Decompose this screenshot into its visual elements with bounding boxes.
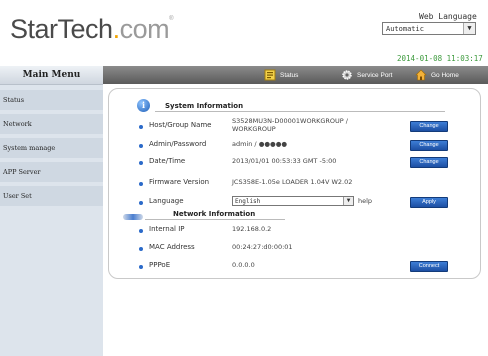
status-nav-button[interactable]: Status (264, 68, 298, 82)
bullet-icon (139, 265, 143, 269)
home-icon (415, 69, 427, 81)
mac-address-label: MAC Address (149, 243, 195, 251)
top-nav-bar: Status Service Port Go Home (103, 66, 488, 84)
pppoe-value: 0.0.0.0 (232, 261, 255, 269)
language-apply-button[interactable]: Apply (410, 197, 448, 208)
pppoe-label: PPPoE (149, 261, 171, 269)
firmware-version-row: Firmware Version JCS358E-1.05e LOADER 1.… (139, 178, 459, 192)
internal-ip-label: Internal IP (149, 225, 185, 233)
web-language-label: Web Language (419, 12, 477, 21)
bullet-icon (139, 182, 143, 186)
startech-logo: StarTech.com® (10, 14, 174, 44)
host-group-change-button[interactable]: Change (410, 121, 448, 132)
language-label: Language (149, 197, 184, 205)
web-language-value: Automatic (386, 25, 424, 33)
sidebar-item-status[interactable]: Status (0, 90, 103, 110)
admin-password-row: Admin/Password admin / ●●●●● Change (139, 140, 459, 154)
current-datetime: 2014-01-08 11:03:17 (397, 54, 483, 63)
firmware-version-value: JCS358E-1.05e LOADER 1.04V W2.02 (232, 178, 353, 186)
sidebar-item-system-manage[interactable]: System manage (0, 138, 103, 158)
date-time-change-button[interactable]: Change (410, 157, 448, 168)
bullet-icon (139, 144, 143, 148)
bullet-icon (139, 247, 143, 251)
status-icon (264, 69, 276, 81)
admin-password-value: admin / ●●●●● (232, 140, 288, 148)
host-group-label: Host/Group Name (149, 121, 212, 129)
pppoe-connect-button[interactable]: Connect (410, 261, 448, 272)
pppoe-row: PPPoE 0.0.0.0 Connect (139, 261, 459, 275)
web-language-select[interactable]: Automatic ▼ (382, 22, 476, 35)
language-select[interactable]: English ▼ (232, 196, 354, 206)
workgroup-value: WORKGROUP (232, 125, 276, 133)
language-select-value: English (235, 198, 261, 205)
firmware-version-label: Firmware Version (149, 178, 210, 186)
bullet-icon (139, 229, 143, 233)
info-icon: i (137, 99, 150, 112)
sidebar-title: Main Menu (0, 66, 103, 85)
section-divider (145, 219, 285, 220)
network-icon (123, 214, 143, 220)
info-panel: i System Information Host/Group Name S35… (108, 88, 481, 279)
language-row: Language English ▼ help Apply (139, 196, 459, 211)
bullet-icon (139, 125, 143, 129)
service-port-nav-button[interactable]: Service Port (341, 68, 392, 82)
service-port-nav-label: Service Port (357, 71, 393, 79)
mac-address-row: MAC Address 00:24:27:d0:00:01 (139, 243, 459, 257)
sidebar-item-app-server[interactable]: APP Server (0, 162, 103, 182)
chevron-down-icon: ▼ (343, 197, 353, 205)
section-divider (155, 111, 445, 112)
admin-password-change-button[interactable]: Change (410, 140, 448, 151)
sidebar: Main Menu Status Network System manage A… (0, 66, 103, 356)
system-information-title: System Information (165, 102, 244, 110)
host-group-row: Host/Group Name S3528MU3N-D00001WORKGROU… (139, 117, 459, 135)
help-link[interactable]: help (358, 197, 372, 205)
admin-password-label: Admin/Password (149, 140, 207, 148)
status-nav-label: Status (280, 71, 299, 79)
go-home-nav-label: Go Home (431, 71, 459, 79)
internal-ip-row: Internal IP 192.168.0.2 (139, 225, 459, 239)
internal-ip-value: 192.168.0.2 (232, 225, 272, 233)
date-time-value: 2013/01/01 00:53:33 GMT -5:00 (232, 157, 337, 165)
mac-address-value: 00:24:27:d0:00:01 (232, 243, 293, 251)
date-time-label: Date/Time (149, 157, 186, 165)
network-information-title: Network Information (173, 210, 256, 218)
bullet-icon (139, 201, 143, 205)
chevron-down-icon: ▼ (463, 23, 475, 34)
date-time-row: Date/Time 2013/01/01 00:53:33 GMT -5:00 … (139, 157, 459, 171)
host-group-value: S3528MU3N-D00001WORKGROUP / (232, 117, 348, 125)
go-home-nav-button[interactable]: Go Home (415, 68, 459, 82)
sidebar-item-network[interactable]: Network (0, 114, 103, 134)
gear-icon (341, 69, 353, 81)
bullet-icon (139, 161, 143, 165)
header: StarTech.com® Web Language Automatic ▼ 20… (0, 0, 488, 66)
sidebar-item-user-set[interactable]: User Set (0, 186, 103, 206)
